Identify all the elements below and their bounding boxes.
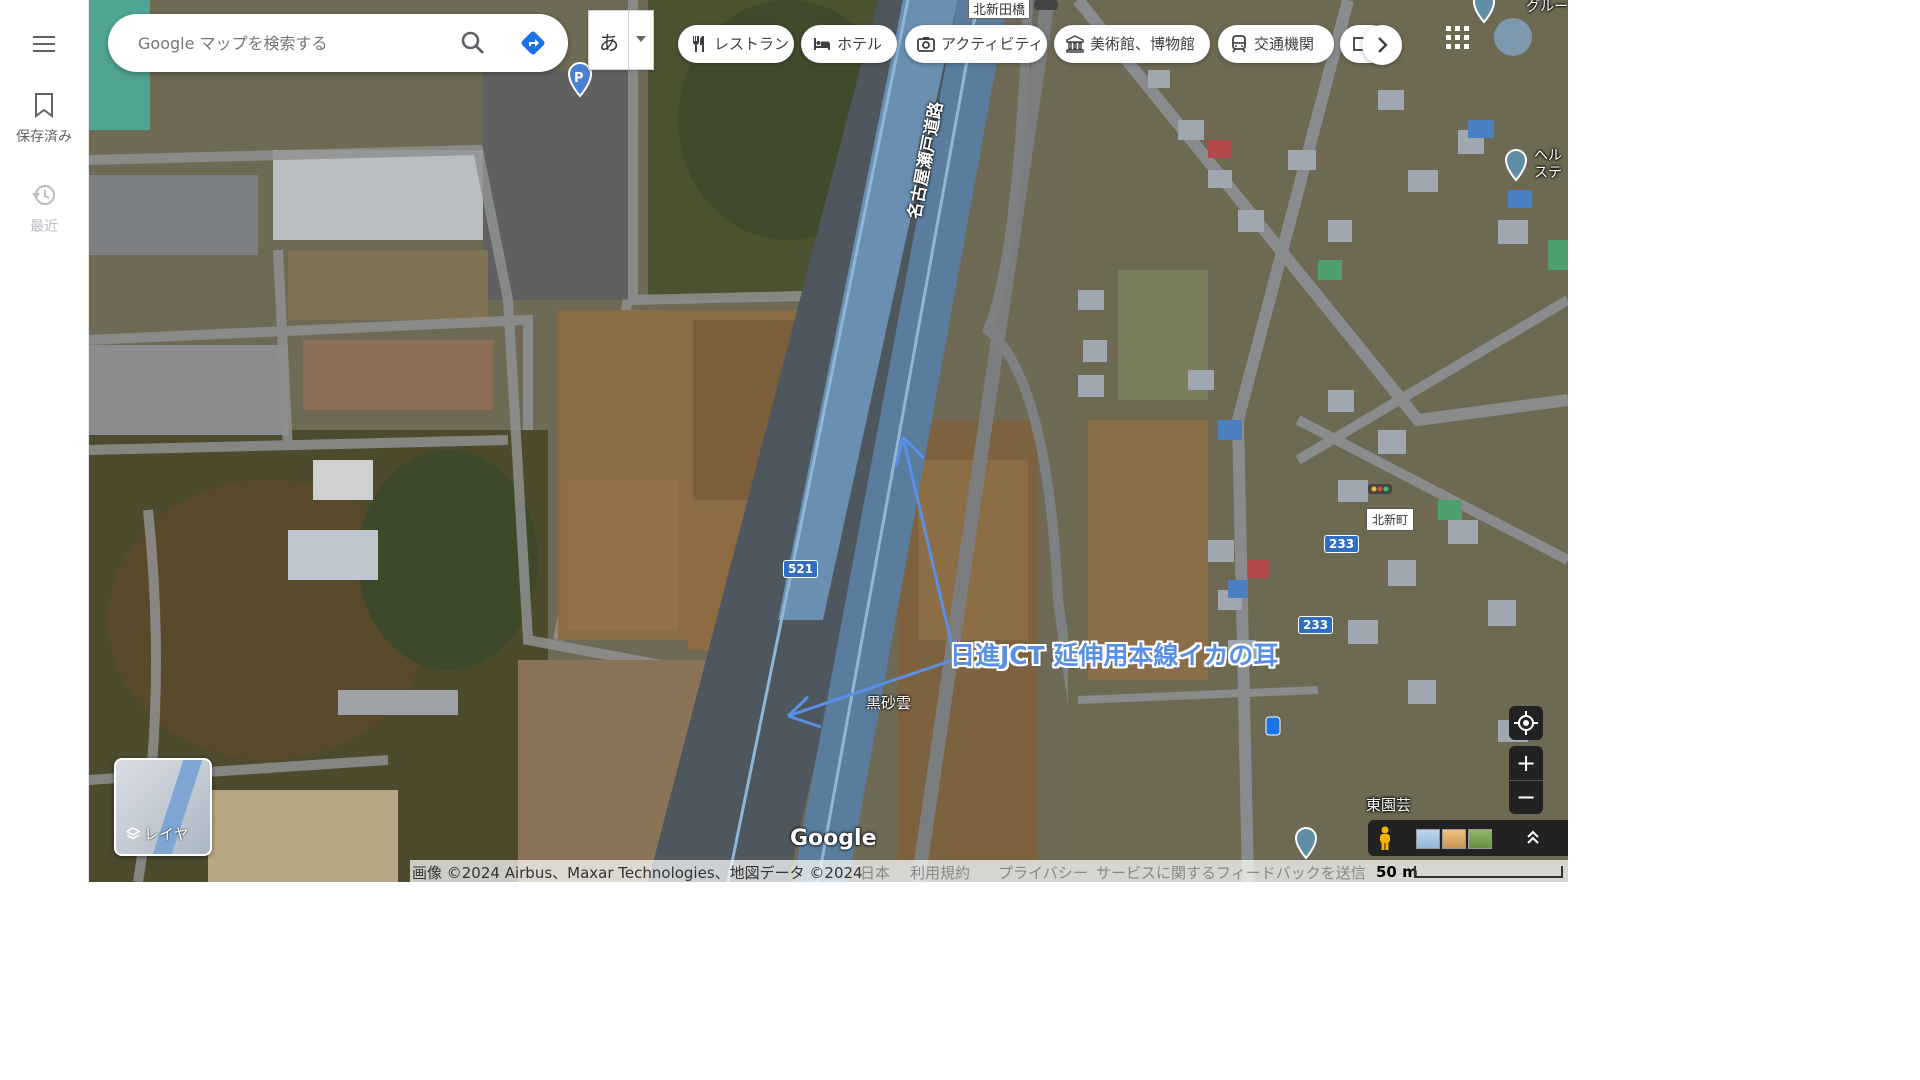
search-input[interactable] (136, 30, 440, 56)
apps-grid-icon[interactable] (1446, 26, 1470, 50)
recent-label: 最近 (30, 219, 58, 235)
layers-icon (126, 827, 140, 840)
place-label-kurosagumo[interactable]: 黒砂雲 (866, 692, 911, 713)
place-label-kitashin-machi[interactable]: 北新町 (1366, 508, 1415, 531)
chip-label: アクティビティ (941, 35, 1044, 53)
terms-link[interactable]: 利用規約 (910, 862, 970, 883)
place-label-group-home[interactable]: グループ (1526, 0, 1568, 16)
zoom-control: + − (1509, 746, 1543, 814)
privacy-link[interactable]: プライバシー (998, 862, 1088, 883)
satellite-map[interactable]: P 北新田橋 グループ ヘル ステ 北新町 東園芸 名古屋瀬戸道路 521 23… (88, 0, 1568, 882)
scale-label[interactable]: 50 m (1376, 863, 1418, 881)
chip-label: レストラン (714, 35, 790, 53)
feedback-link[interactable]: サービスに関するフィードバックを送信 (1096, 862, 1366, 883)
svg-text:P: P (574, 71, 584, 86)
attribution-bar: 画像 ©2024 Airbus、Maxar Technologies、地図データ… (410, 860, 1568, 882)
chips-next-button[interactable] (1362, 25, 1402, 65)
museum-icon (1066, 35, 1084, 53)
bed-icon (814, 38, 830, 50)
pegman-icon[interactable] (1378, 826, 1392, 850)
scale-bar (1414, 866, 1563, 878)
menu-icon[interactable] (30, 32, 58, 56)
search-icon[interactable] (460, 30, 486, 56)
street-view-bar (1368, 820, 1568, 856)
imagery-thumb-1[interactable] (1416, 829, 1440, 849)
train-icon (1232, 35, 1246, 53)
layers-label: レイヤ (144, 825, 189, 843)
chevron-up-icon[interactable] (1526, 828, 1540, 846)
directions-icon[interactable] (520, 30, 546, 56)
chevron-down-icon[interactable] (628, 11, 653, 69)
chip-label: 交通機関 (1254, 35, 1315, 53)
chip-activities[interactable]: アクティビティ (905, 25, 1047, 63)
chip-label: ホテル (837, 35, 883, 53)
saved-button[interactable]: 保存済み (0, 92, 88, 146)
route-shield-233-lower: 233 (1298, 616, 1334, 634)
place-label-health-station[interactable]: ヘル ステ (1534, 148, 1562, 182)
zoom-out-button[interactable]: − (1509, 780, 1543, 814)
search-box (108, 14, 568, 72)
my-location-icon (1514, 711, 1538, 735)
chevron-right-icon (1378, 37, 1388, 53)
history-icon (32, 185, 55, 205)
left-rail: 保存済み 最近 (0, 0, 89, 882)
chip-hotels[interactable]: ホテル (801, 25, 897, 63)
recent-button[interactable]: 最近 (0, 182, 88, 236)
google-logo: Google (790, 826, 877, 851)
ime-toggle[interactable]: あ (588, 10, 654, 70)
chip-transit[interactable]: 交通機関 (1218, 25, 1334, 63)
layers-button[interactable]: レイヤ (114, 758, 212, 856)
ime-char: あ (599, 31, 619, 55)
country-link[interactable]: 日本 (860, 862, 890, 883)
imagery-attribution: 画像 ©2024 Airbus、Maxar Technologies、地図データ… (412, 864, 863, 882)
chip-museums[interactable]: 美術館、博物館 (1054, 25, 1210, 63)
imagery-thumb-3[interactable] (1468, 829, 1492, 849)
place-label-kitashinda-bridge[interactable]: 北新田橋 (968, 0, 1031, 19)
annotation-text: 日進JCT 延伸用本線イカの耳 (950, 641, 1279, 670)
chip-label: 美術館、博物館 (1090, 35, 1196, 53)
route-shield-521: 521 (783, 560, 819, 578)
route-shield-233-upper: 233 (1324, 535, 1360, 553)
zoom-in-button[interactable]: + (1509, 746, 1543, 781)
imagery-thumb-2[interactable] (1442, 829, 1466, 849)
map-imagery: P (88, 0, 1568, 882)
my-location-button[interactable] (1509, 706, 1543, 740)
saved-label: 保存済み (16, 129, 72, 145)
account-avatar[interactable] (1494, 18, 1532, 56)
camera-icon (917, 37, 935, 52)
fork-knife-icon (693, 36, 704, 52)
chip-restaurants[interactable]: レストラン (678, 25, 794, 63)
bookmark-icon (35, 93, 53, 118)
place-label-higashi-engei[interactable]: 東園芸 (1366, 794, 1411, 815)
